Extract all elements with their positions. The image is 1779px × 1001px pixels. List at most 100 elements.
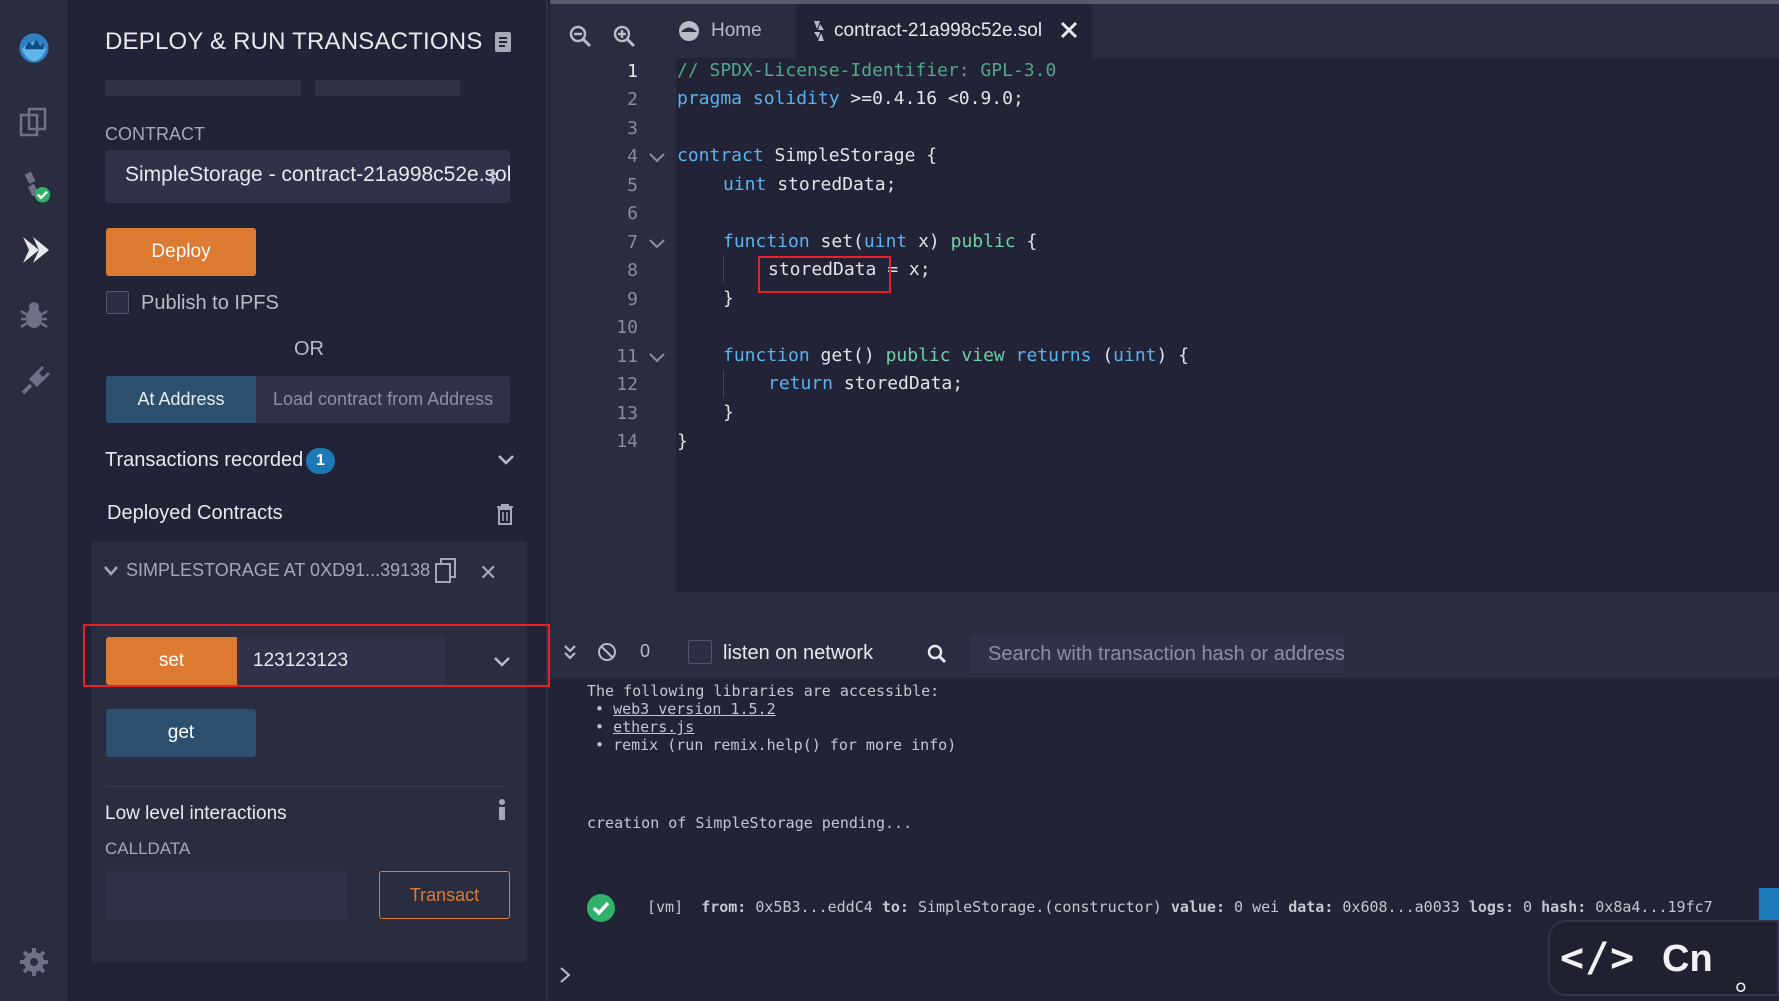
tab-file-label: contract-21a998c52e.sol (834, 20, 1043, 41)
line-number: 1 (627, 61, 638, 82)
trash-icon[interactable] (496, 503, 514, 525)
code-modifier: public view (885, 345, 1005, 366)
terminal-list-item: • web3 version 1.5.2 (595, 700, 776, 718)
tx-value: 0 (1523, 898, 1533, 916)
tx-key: data: (1288, 898, 1334, 916)
code-text: set( (809, 231, 864, 252)
tx-value: 0x5B3...eddC4 (755, 898, 873, 916)
language-indicator[interactable]: Cn (1662, 938, 1713, 981)
editor-gutter: 1 2 3 4 5 6 7 8 9 10 11 12 13 14 (550, 58, 676, 592)
terminal-resize-bar[interactable] (550, 592, 1779, 626)
code-line-13: } (723, 402, 734, 423)
set-row-highlight (83, 624, 550, 687)
indent-guide (723, 370, 724, 398)
line-number: 3 (627, 118, 638, 139)
line-number: 13 (616, 403, 638, 424)
punctuation-indicator[interactable]: 。 (1735, 955, 1765, 999)
chevron-down-icon[interactable] (497, 453, 515, 467)
tx-key: logs: (1468, 898, 1514, 916)
code-line-11: function get() public view returns (uint… (723, 345, 1189, 366)
code-text: ( (1091, 345, 1114, 366)
fold-chevron-icon[interactable] (649, 153, 665, 163)
remix-logo-icon[interactable] (6, 20, 62, 76)
tx-value: 0x8a4...19fc7 (1595, 898, 1713, 916)
documentation-icon[interactable] (493, 31, 513, 53)
or-separator: OR (294, 338, 324, 360)
low-level-interactions-label: Low level interactions (105, 803, 287, 824)
tab-home[interactable]: Home (665, 4, 790, 58)
code-text: SimpleStorage { (763, 145, 938, 166)
publish-ipfs-checkbox[interactable] (106, 291, 129, 314)
copy-icon[interactable] (435, 558, 457, 584)
code-editor[interactable] (676, 58, 1779, 592)
code-line-1: // SPDX-License-Identifier: GPL-3.0 (677, 60, 1056, 81)
ethers-link[interactable]: ethers.js (613, 718, 694, 736)
fold-chevron-icon[interactable] (649, 239, 665, 249)
home-remix-icon (679, 21, 699, 41)
code-keyword: uint (723, 174, 767, 195)
collapse-terminal-icon[interactable] (563, 644, 577, 660)
deploy-run-panel: DEPLOY & RUN TRANSACTIONS CONTRACT Simpl… (69, 0, 548, 1001)
line-number: 14 (616, 431, 638, 452)
fold-chevron-icon[interactable] (649, 353, 665, 363)
transactions-recorded-label[interactable]: Transactions recorded (105, 449, 303, 472)
plugin-manager-icon[interactable] (12, 360, 56, 404)
code-text: } (677, 431, 688, 452)
calldata-input[interactable] (106, 871, 347, 919)
tx-key: to: (881, 898, 909, 916)
line-number: 5 (627, 175, 638, 196)
code-text: } (723, 402, 734, 423)
web3-link[interactable]: web3 version 1.5.2 (613, 700, 776, 718)
terminal-line: The following libraries are accessible: (587, 682, 940, 700)
publish-ipfs-label: Publish to IPFS (141, 292, 279, 314)
tx-value: 0x608...a0033 (1342, 898, 1460, 916)
code-text: } (723, 288, 734, 309)
panel-title: DEPLOY & RUN TRANSACTIONS (105, 28, 483, 55)
at-address-button[interactable]: At Address (106, 376, 256, 423)
transaction-search-input[interactable]: Search with transaction hash or address (970, 635, 1344, 673)
close-tab-icon[interactable] (1060, 21, 1078, 39)
select-arrows-icon: ▲ ▼ (487, 164, 499, 188)
contract-select[interactable]: SimpleStorage - contract-21a998c52e.sol (105, 150, 510, 203)
icon-rail (0, 0, 69, 1001)
transaction-log-line[interactable]: [vm] from: 0x5B3...eddC4 to: SimpleStora… (647, 898, 1713, 916)
code-keyword: returns (1015, 345, 1092, 366)
line-number: 9 (627, 289, 638, 310)
deploy-run-icon[interactable] (12, 228, 56, 272)
listen-network-checkbox[interactable] (688, 640, 712, 664)
success-check-icon (587, 894, 615, 922)
environment-field-stub (105, 80, 301, 96)
info-icon[interactable] (495, 798, 509, 822)
remix-lib-text: remix (run remix.help() for more info) (613, 736, 957, 754)
chevron-right-icon[interactable] (558, 966, 572, 984)
deployed-contracts-label: Deployed Contracts (107, 502, 283, 524)
tab-contract-file[interactable]: contract-21a998c52e.sol (796, 4, 1092, 58)
solidity-compiler-icon[interactable] (12, 165, 56, 209)
code-line-4: contract SimpleStorage { (677, 145, 937, 166)
code-type: uint (1113, 345, 1157, 366)
pending-tx-count: 0 (640, 641, 651, 661)
zoom-in-icon[interactable] (612, 24, 636, 48)
code-line-5: uint storedData; (723, 174, 896, 195)
code-symbol-icon[interactable]: </> (1560, 935, 1635, 981)
file-explorer-icon[interactable] (12, 100, 56, 144)
line-number: 8 (627, 260, 638, 281)
zoom-out-icon[interactable] (568, 24, 592, 48)
settings-gear-icon[interactable] (12, 940, 56, 984)
terminal-list-item: • remix (run remix.help() for more info) (595, 736, 957, 754)
account-field-stub (315, 80, 460, 96)
transact-button[interactable]: Transact (379, 871, 510, 919)
tx-tag: [vm] (647, 898, 684, 916)
line-number: 6 (627, 203, 638, 224)
debugger-icon[interactable] (12, 294, 56, 338)
get-function-button[interactable]: get (106, 709, 256, 757)
tx-value: 0 wei (1234, 898, 1280, 916)
indent-guide (723, 255, 724, 283)
transactions-count-badge: 1 (306, 448, 335, 474)
close-icon[interactable]: ✕ (479, 560, 499, 585)
deploy-button[interactable]: Deploy (106, 228, 256, 276)
chevron-down-icon[interactable] (103, 565, 119, 577)
clear-console-icon[interactable] (597, 642, 617, 662)
at-address-input[interactable]: Load contract from Address (256, 376, 510, 423)
